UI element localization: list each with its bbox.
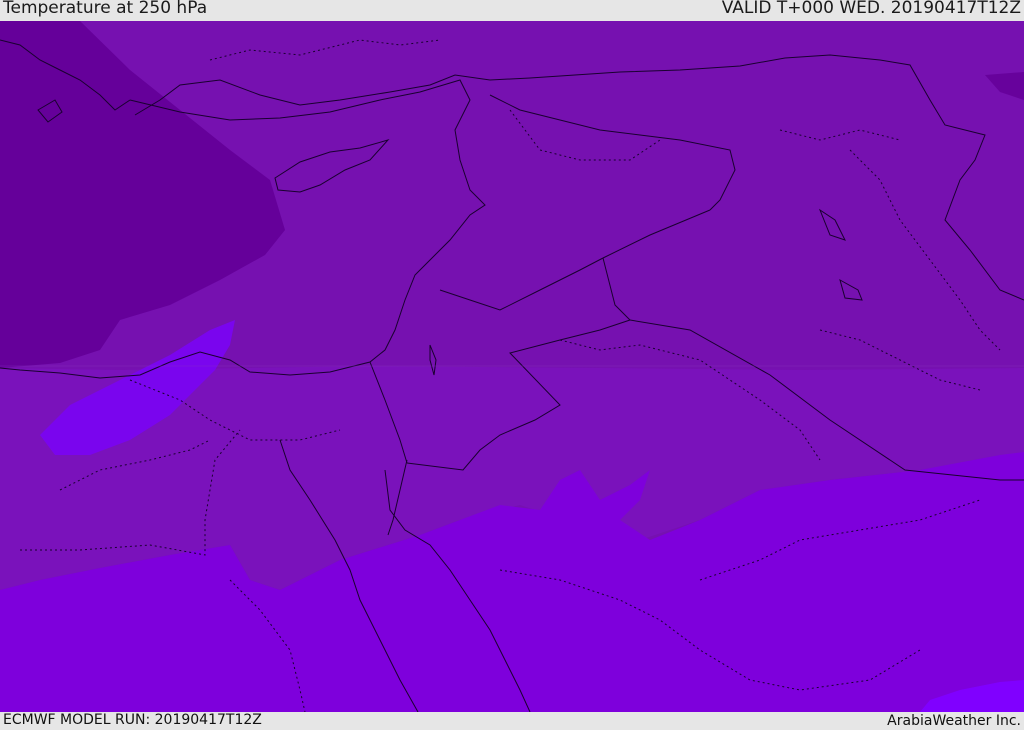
temperature-map[interactable] bbox=[0, 21, 1024, 712]
header-bar: Temperature at 250 hPa VALID T+000 WED. … bbox=[0, 0, 1024, 21]
credit-label: ArabiaWeather Inc. bbox=[887, 713, 1021, 729]
model-run-label: ECMWF MODEL RUN: 20190417T12Z bbox=[3, 712, 262, 728]
map-title: Temperature at 250 hPa bbox=[3, 0, 208, 18]
footer-bar: ECMWF MODEL RUN: 20190417T12Z ArabiaWeat… bbox=[0, 712, 1024, 729]
valid-time: VALID T+000 WED. 20190417T12Z bbox=[721, 0, 1021, 18]
